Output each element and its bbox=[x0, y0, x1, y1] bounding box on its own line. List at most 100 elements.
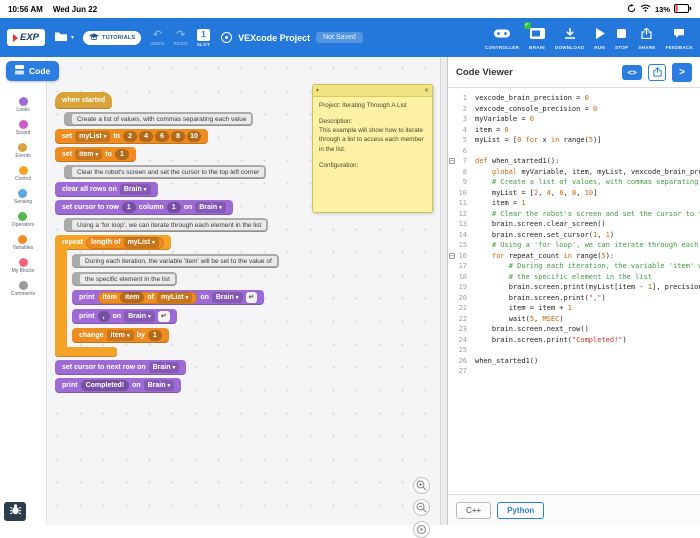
palette-item-sensing[interactable]: Sensing bbox=[14, 189, 32, 205]
project-name[interactable]: VEXcode Project bbox=[238, 33, 310, 43]
blocks-canvas[interactable]: when started Create a list of values, wi… bbox=[46, 57, 440, 538]
device-dropdown[interactable]: Brain ▾ bbox=[148, 362, 180, 373]
device-dropdown[interactable]: Brain ▾ bbox=[195, 202, 226, 213]
download-button[interactable]: DOWNLOAD bbox=[555, 26, 584, 50]
code-line: 11 item = 1 bbox=[448, 198, 700, 209]
brain-connected-badge: ✓ bbox=[523, 21, 531, 29]
print-item-block[interactable]: print item item of myList ▾ on Brain ▾ ↵ bbox=[72, 290, 265, 305]
palette-item-operators[interactable]: Operators bbox=[12, 212, 34, 228]
palette-item-my-blocks[interactable]: My Blocks bbox=[12, 258, 34, 274]
zoom-reset-button[interactable] bbox=[413, 521, 430, 538]
palette-item-variables[interactable]: Variables bbox=[13, 235, 33, 251]
print-comma-block[interactable]: print , on Brain ▾ ↵ bbox=[72, 309, 177, 324]
cursor-option-icon[interactable]: ↵ bbox=[157, 311, 170, 322]
tab-python[interactable]: Python bbox=[497, 501, 545, 519]
text-chip[interactable]: Completed! bbox=[80, 380, 130, 391]
print-completed-block[interactable]: print Completed! on Brain ▾ bbox=[55, 378, 182, 393]
text-chip[interactable]: , bbox=[97, 311, 110, 322]
note-close-icon[interactable]: ✕ bbox=[424, 87, 429, 94]
set-cursor-block[interactable]: set cursor to row 1 column 1 on Brain ▾ bbox=[55, 200, 233, 215]
repeat-block[interactable]: repeat length of myList ▾ During each ite… bbox=[55, 235, 279, 357]
chevron-down-icon: ▾ bbox=[147, 313, 151, 320]
comment-block-loop[interactable]: Using a 'for loop', we can iterate throu… bbox=[64, 218, 269, 232]
undo-button[interactable]: ↶ UNDO bbox=[150, 29, 164, 46]
value-chip[interactable]: 4 bbox=[139, 131, 154, 142]
code-line: −7 def when_started1(): bbox=[449, 157, 560, 165]
share-button[interactable]: SHARE bbox=[638, 26, 655, 50]
folder-icon bbox=[54, 29, 68, 47]
value-chip[interactable]: 1 bbox=[114, 149, 129, 160]
device-dropdown[interactable]: Brain ▾ bbox=[124, 311, 155, 322]
palette-item-sound[interactable]: Sound bbox=[16, 120, 30, 136]
main-content: Code Looks Sound Events Control Sensing Opera… bbox=[0, 57, 700, 538]
code-line: 9 # Create a list of values, with commas… bbox=[448, 177, 700, 188]
palette-item-events[interactable]: Events bbox=[15, 143, 31, 159]
brain-button[interactable]: ✓ BRAIN bbox=[523, 21, 545, 50]
tab-cpp[interactable]: C++ bbox=[456, 501, 492, 519]
cursor-option-icon[interactable]: ↵ bbox=[245, 292, 258, 303]
tutorials-button[interactable]: TUTORIALS bbox=[83, 30, 142, 45]
comment-block-iteration-1[interactable]: During each iteration, the variable 'ite… bbox=[72, 254, 279, 268]
list-dropdown[interactable]: myList ▾ bbox=[156, 292, 193, 303]
repeat-header[interactable]: repeat length of myList ▾ bbox=[55, 235, 171, 250]
code-line: 23 brain.screen.next_row() bbox=[448, 324, 700, 335]
run-button[interactable]: RUN bbox=[594, 26, 605, 50]
when-started-block[interactable]: when started bbox=[55, 92, 113, 109]
row-chip[interactable]: 1 bbox=[121, 202, 136, 213]
chevron-down-icon: ▾ bbox=[71, 35, 75, 41]
stop-button[interactable]: STOP bbox=[615, 26, 628, 50]
code-listing[interactable]: 1 vexcode_brain_precision = 0 2 vexcode_con… bbox=[448, 88, 700, 494]
slot-button[interactable]: 1 SLOT bbox=[197, 28, 210, 47]
comment-block-create[interactable]: Create a list of values, with commas sep… bbox=[64, 112, 254, 126]
value-chip[interactable]: 1 bbox=[147, 330, 162, 341]
variable-dropdown[interactable]: item ▾ bbox=[106, 330, 134, 341]
feedback-button[interactable]: FEEDBACK bbox=[666, 26, 693, 50]
item-of-list-reporter[interactable]: item item of myList ▾ bbox=[97, 291, 198, 304]
code-line: 15 # Using a 'for loop', we can iterate … bbox=[448, 240, 700, 251]
set-item-block[interactable]: set item ▾ to 1 bbox=[55, 147, 136, 162]
palette-item-control[interactable]: Control bbox=[15, 166, 31, 182]
wifi-icon bbox=[640, 4, 651, 14]
length-of-reporter[interactable]: length of myList ▾ bbox=[86, 236, 164, 249]
date: Wed Jun 22 bbox=[52, 4, 98, 14]
zoom-out-button[interactable] bbox=[413, 499, 430, 516]
palette-item-comments[interactable]: Comments bbox=[11, 281, 35, 297]
tab-code[interactable]: Code bbox=[6, 61, 60, 81]
line-number: 6 bbox=[462, 146, 467, 155]
device-dropdown[interactable]: Brain ▾ bbox=[119, 184, 151, 195]
share-code-button[interactable] bbox=[648, 63, 666, 81]
line-number: 23 bbox=[458, 325, 467, 333]
list-dropdown[interactable]: myList ▾ bbox=[123, 237, 159, 248]
variable-dropdown[interactable]: item ▾ bbox=[75, 149, 103, 160]
block-palette: Looks Sound Events Control Sensing Operators V… bbox=[0, 57, 47, 525]
comment-block-iteration-2[interactable]: the specific element in the list bbox=[72, 272, 177, 286]
device-dropdown[interactable]: Brain ▾ bbox=[143, 380, 175, 391]
variable-dropdown[interactable]: myList ▾ bbox=[75, 131, 111, 142]
value-chip[interactable]: 6 bbox=[155, 131, 170, 142]
file-menu-button[interactable]: ▾ bbox=[54, 29, 74, 47]
palette-item-looks[interactable]: Looks bbox=[16, 97, 30, 113]
redo-button[interactable]: ↷ REDO bbox=[174, 29, 188, 46]
comment-block-clear[interactable]: Clear the robot's screen and set the cur… bbox=[64, 165, 267, 179]
column-chip[interactable]: 1 bbox=[166, 202, 181, 213]
next-row-block[interactable]: set cursor to next row on Brain ▾ bbox=[55, 360, 187, 375]
value-chip[interactable]: 10 bbox=[187, 131, 202, 142]
zoom-in-button[interactable] bbox=[413, 477, 430, 494]
line-number: 24 bbox=[458, 335, 467, 344]
set-mylist-block[interactable]: set myList ▾ to 2 4 6 8 10 bbox=[55, 129, 209, 144]
panel-resize-handle[interactable] bbox=[440, 57, 448, 525]
clear-all-rows-block[interactable]: clear all rows on Brain ▾ bbox=[55, 182, 158, 197]
change-item-block[interactable]: change item ▾ by 1 bbox=[72, 328, 169, 343]
device-dropdown[interactable]: Brain ▾ bbox=[211, 292, 243, 303]
app-toolbar: EXP ▾ TUTORIALS ↶ UNDO ↷ REDO 1 SLOT VEX… bbox=[0, 18, 700, 57]
note-collapse-icon[interactable]: ▾ bbox=[316, 87, 319, 94]
expand-panel-button[interactable]: > bbox=[672, 62, 692, 82]
value-chip[interactable]: 2 bbox=[123, 131, 138, 142]
item-variable-chip[interactable]: item bbox=[119, 292, 145, 303]
value-chip[interactable]: 8 bbox=[171, 131, 186, 142]
code-toggle-button[interactable]: <> bbox=[622, 64, 642, 80]
controller-button[interactable]: CONTROLLER bbox=[485, 26, 519, 50]
line-number: 5 bbox=[462, 136, 467, 144]
project-note[interactable]: ▾ ✕ Project: Iterating Through A List De… bbox=[312, 84, 433, 213]
console-toggle-button[interactable] bbox=[4, 502, 26, 521]
